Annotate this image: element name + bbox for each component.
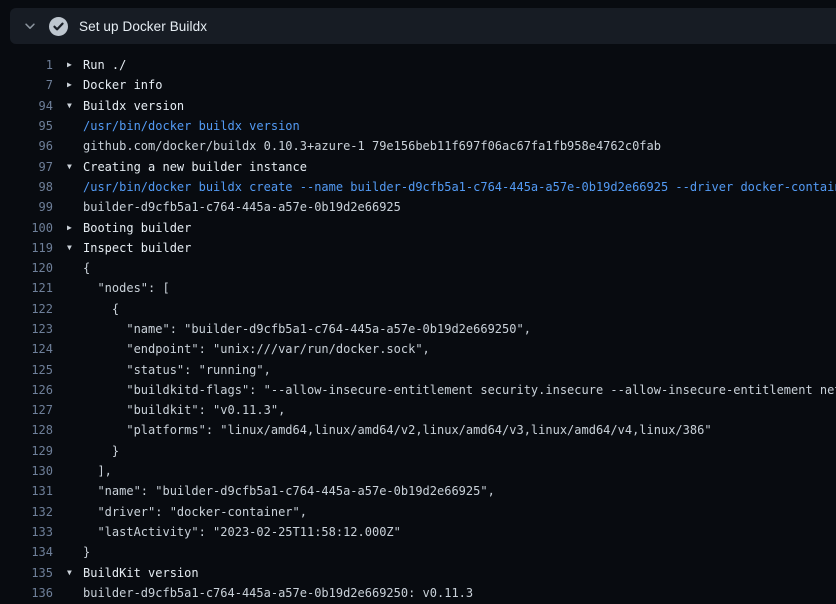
line-number[interactable]: 99	[0, 200, 53, 214]
log-text: "platforms": "linux/amd64,linux/amd64/v2…	[83, 423, 712, 437]
line-number[interactable]: 131	[0, 484, 53, 498]
log-text: builder-d9cfb5a1-c764-445a-a57e-0b19d2e6…	[83, 586, 473, 600]
log-text: "driver": "docker-container",	[83, 505, 307, 519]
line-number[interactable]: 125	[0, 363, 53, 377]
log-text: BuildKit version	[83, 566, 199, 580]
log-text: ],	[83, 464, 112, 478]
log-line: 134}	[0, 542, 836, 562]
line-number[interactable]: 1	[0, 58, 53, 72]
line-number[interactable]: 121	[0, 281, 53, 295]
log-text: Docker info	[83, 78, 162, 92]
line-number[interactable]: 133	[0, 525, 53, 539]
log-line: 128 "platforms": "linux/amd64,linux/amd6…	[0, 420, 836, 440]
log-text: Buildx version	[83, 99, 184, 113]
log-line: 129 }	[0, 441, 836, 461]
log-line: 96 github.com/docker/buildx 0.10.3+azure-…	[0, 136, 836, 156]
log-line[interactable]: 94 ▼Buildx version	[0, 96, 836, 116]
log-text: "buildkit": "v0.11.3",	[83, 403, 285, 417]
line-number[interactable]: 7	[0, 78, 53, 92]
log-line: 98/usr/bin/docker buildx create --name b…	[0, 177, 836, 197]
log-text: }	[83, 545, 90, 559]
group-collapsed-icon[interactable]: ▶	[67, 61, 83, 69]
log-text: "nodes": [	[83, 281, 170, 295]
line-number[interactable]: 122	[0, 302, 53, 316]
log-line: 126 "buildkitd-flags": "--allow-insecure…	[0, 380, 836, 400]
check-circle-glyph	[49, 17, 68, 36]
log-text: "lastActivity": "2023-02-25T11:58:12.000…	[83, 525, 401, 539]
line-number[interactable]: 100	[0, 221, 53, 235]
log-line: 95/usr/bin/docker buildx version	[0, 116, 836, 136]
log-text: /usr/bin/docker buildx version	[83, 119, 300, 133]
line-number[interactable]: 119	[0, 241, 53, 255]
line-number[interactable]: 95	[0, 119, 53, 133]
check-circle-icon	[49, 17, 68, 36]
log-text: "endpoint": "unix:///var/run/docker.sock…	[83, 342, 430, 356]
line-number[interactable]: 136	[0, 586, 53, 600]
log-line: 124 "endpoint": "unix:///var/run/docker.…	[0, 339, 836, 359]
line-number[interactable]: 134	[0, 545, 53, 559]
log-line: 136 builder-d9cfb5a1-c764-445a-a57e-0b19d…	[0, 583, 836, 603]
log-line: 130 ],	[0, 461, 836, 481]
log-line: 133 "lastActivity": "2023-02-25T11:58:12…	[0, 522, 836, 542]
group-collapsed-icon[interactable]: ▶	[67, 81, 83, 89]
line-number[interactable]: 130	[0, 464, 53, 478]
line-number[interactable]: 128	[0, 423, 53, 437]
line-number[interactable]: 96	[0, 139, 53, 153]
log-line[interactable]: 7 ▶Docker info	[0, 75, 836, 95]
line-number[interactable]: 98	[0, 180, 53, 194]
log-line: 120 {	[0, 258, 836, 278]
log-text: builder-d9cfb5a1-c764-445a-a57e-0b19d2e6…	[83, 200, 401, 214]
step-header[interactable]: Set up Docker Buildx	[10, 8, 836, 44]
line-number[interactable]: 127	[0, 403, 53, 417]
log-lines: 1▶Run ./7▶Docker info94▼Buildx version95…	[0, 55, 836, 604]
log-line: 99 builder-d9cfb5a1-c764-445a-a57e-0b19d2…	[0, 197, 836, 217]
log-text: {	[83, 261, 90, 275]
line-number[interactable]: 124	[0, 342, 53, 356]
group-expanded-icon[interactable]: ▼	[67, 569, 83, 577]
group-collapsed-icon[interactable]: ▶	[67, 224, 83, 232]
log-line: 122 {	[0, 299, 836, 319]
log-line: 131 "name": "builder-d9cfb5a1-c764-445a-…	[0, 481, 836, 501]
log-text: Run ./	[83, 58, 126, 72]
log-line: 121 "nodes": [	[0, 278, 836, 298]
step-title: Set up Docker Buildx	[79, 19, 207, 34]
chevron-down-glyph	[23, 19, 37, 33]
line-number[interactable]: 132	[0, 505, 53, 519]
log-line[interactable]: 100 ▶Booting builder	[0, 217, 836, 237]
log-text: }	[83, 444, 119, 458]
log-text: Creating a new builder instance	[83, 160, 307, 174]
group-expanded-icon[interactable]: ▼	[67, 163, 83, 171]
line-number[interactable]: 97	[0, 160, 53, 174]
log-line[interactable]: 1 ▶Run ./	[0, 55, 836, 75]
log-text: /usr/bin/docker buildx create --name bui…	[83, 180, 836, 194]
log-line: 132 "driver": "docker-container",	[0, 502, 836, 522]
log-text: Inspect builder	[83, 241, 191, 255]
log-line: 127 "buildkit": "v0.11.3",	[0, 400, 836, 420]
log-text: Booting builder	[83, 221, 191, 235]
log-text: "name": "builder-d9cfb5a1-c764-445a-a57e…	[83, 484, 495, 498]
log-text: github.com/docker/buildx 0.10.3+azure-1 …	[83, 139, 661, 153]
line-number[interactable]: 94	[0, 99, 53, 113]
group-expanded-icon[interactable]: ▼	[67, 244, 83, 252]
log-text: "status": "running",	[83, 363, 271, 377]
line-number[interactable]: 135	[0, 566, 53, 580]
line-number[interactable]: 123	[0, 322, 53, 336]
chevron-down-icon[interactable]	[19, 15, 41, 37]
log-text: "buildkitd-flags": "--allow-insecure-ent…	[83, 383, 836, 397]
group-expanded-icon[interactable]: ▼	[67, 102, 83, 110]
log-line: 125 "status": "running",	[0, 359, 836, 379]
line-number[interactable]: 126	[0, 383, 53, 397]
log-line[interactable]: 97 ▼Creating a new builder instance	[0, 156, 836, 176]
log-text: {	[83, 302, 119, 316]
log-text: "name": "builder-d9cfb5a1-c764-445a-a57e…	[83, 322, 531, 336]
log-line[interactable]: 119 ▼Inspect builder	[0, 238, 836, 258]
line-number[interactable]: 120	[0, 261, 53, 275]
log-line: 123 "name": "builder-d9cfb5a1-c764-445a-…	[0, 319, 836, 339]
log-line[interactable]: 135 ▼BuildKit version	[0, 562, 836, 582]
line-number[interactable]: 129	[0, 444, 53, 458]
